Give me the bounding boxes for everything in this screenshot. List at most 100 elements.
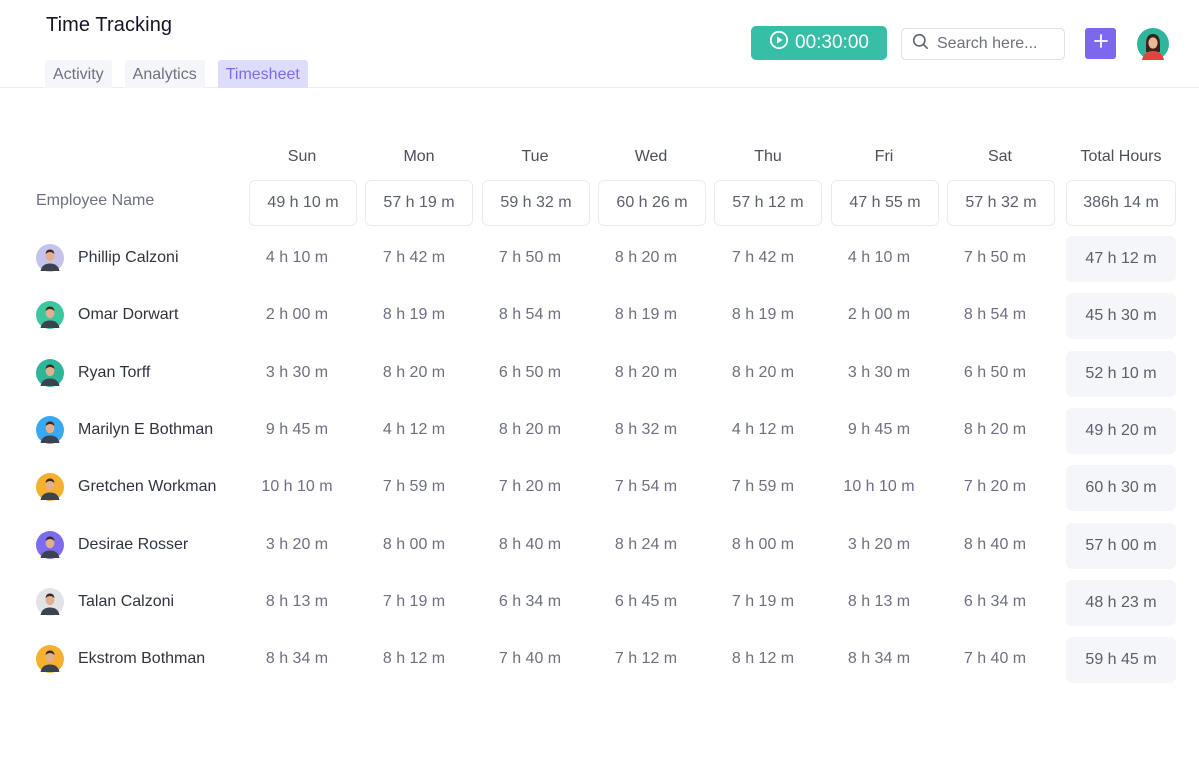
- hours-cell-thu[interactable]: 8 h 19 m: [713, 306, 813, 324]
- table-row[interactable]: Ekstrom Bothman 8 h 34 m 8 h 12 m 7 h 40 m 7…: [0, 637, 1199, 684]
- hours-cell-thu[interactable]: 7 h 19 m: [713, 593, 813, 611]
- hours-cell-tue[interactable]: 7 h 40 m: [480, 650, 580, 668]
- hours-cell-wed[interactable]: 8 h 32 m: [596, 421, 696, 439]
- hours-cell-sun[interactable]: 3 h 20 m: [247, 536, 347, 554]
- column-total-mon: 57 h 19 m: [365, 180, 473, 226]
- row-total-hours: 49 h 20 m: [1066, 407, 1176, 454]
- hours-cell-mon[interactable]: 8 h 19 m: [364, 306, 464, 324]
- hours-cell-mon[interactable]: 8 h 00 m: [364, 536, 464, 554]
- hours-cell-wed[interactable]: 8 h 19 m: [596, 306, 696, 324]
- row-total-hours: 45 h 30 m: [1066, 293, 1176, 340]
- avatar: [36, 415, 64, 444]
- hours-cell-thu[interactable]: 8 h 12 m: [713, 650, 813, 668]
- hours-cell-sat[interactable]: 7 h 20 m: [945, 478, 1045, 496]
- row-total-hours: 47 h 12 m: [1066, 236, 1176, 282]
- column-total-sun: 49 h 10 m: [249, 180, 357, 226]
- hours-cell-tue[interactable]: 8 h 54 m: [480, 306, 580, 324]
- table-row[interactable]: Ryan Torff 3 h 30 m 8 h 20 m 6 h 50 m 8 h 20…: [0, 350, 1199, 397]
- hours-cell-wed[interactable]: 7 h 12 m: [596, 650, 696, 668]
- hours-cell-sun[interactable]: 8 h 13 m: [247, 593, 347, 611]
- hours-cell-wed[interactable]: 8 h 20 m: [596, 249, 696, 267]
- hours-cell-tue[interactable]: 6 h 50 m: [480, 364, 580, 382]
- hours-cell-thu[interactable]: 7 h 59 m: [713, 478, 813, 496]
- column-header-total: Total Hours: [1080, 148, 1162, 165]
- hours-cell-thu[interactable]: 8 h 00 m: [713, 536, 813, 554]
- hours-cell-mon[interactable]: 4 h 12 m: [364, 421, 464, 439]
- column-header-wed: Wed: [634, 148, 668, 165]
- hours-cell-fri[interactable]: 8 h 13 m: [829, 593, 929, 611]
- hours-cell-wed[interactable]: 7 h 54 m: [596, 478, 696, 496]
- hours-cell-tue[interactable]: 6 h 34 m: [480, 593, 580, 611]
- hours-cell-sat[interactable]: 8 h 54 m: [945, 306, 1045, 324]
- column-header-sun: Sun: [287, 148, 317, 165]
- table-row[interactable]: Gretchen Workman 10 h 10 m 7 h 59 m 7 h 20 …: [0, 465, 1199, 512]
- search-box[interactable]: [901, 28, 1065, 60]
- hours-cell-tue[interactable]: 8 h 20 m: [480, 421, 580, 439]
- hours-cell-mon[interactable]: 8 h 20 m: [364, 364, 464, 382]
- row-total-hours: 59 h 45 m: [1066, 637, 1176, 684]
- employee-name: Ryan Torff: [78, 363, 151, 381]
- hours-cell-sat[interactable]: 8 h 20 m: [945, 421, 1045, 439]
- plus-icon: [1093, 33, 1109, 54]
- page-title: Time Tracking: [46, 14, 173, 36]
- column-total-thu: 57 h 12 m: [714, 180, 822, 226]
- tab-analytics[interactable]: Analytics: [124, 60, 205, 88]
- hours-cell-thu[interactable]: 7 h 42 m: [713, 249, 813, 267]
- column-total-fri: 47 h 55 m: [831, 180, 939, 226]
- search-input[interactable]: [937, 35, 1057, 53]
- table-row[interactable]: Talan Calzoni 8 h 13 m 7 h 19 m 6 h 34 m 6 h…: [0, 579, 1199, 626]
- hours-cell-tue[interactable]: 7 h 50 m: [480, 249, 580, 267]
- hours-cell-sun[interactable]: 4 h 10 m: [247, 249, 347, 267]
- tab-bar: Activity Analytics Timesheet: [45, 60, 308, 88]
- hours-cell-fri[interactable]: 3 h 20 m: [829, 536, 929, 554]
- tab-timesheet[interactable]: Timesheet: [217, 60, 308, 88]
- table-row[interactable]: Desirae Rosser 3 h 20 m 8 h 00 m 8 h 40 m 8 …: [0, 522, 1199, 569]
- avatar: [36, 244, 64, 272]
- hours-cell-fri[interactable]: 9 h 45 m: [829, 421, 929, 439]
- play-circle-icon: [769, 30, 789, 56]
- hours-cell-mon[interactable]: 8 h 12 m: [364, 650, 464, 668]
- timer-button[interactable]: 00:30:00: [751, 26, 887, 60]
- hours-cell-wed[interactable]: 8 h 24 m: [596, 536, 696, 554]
- table-row[interactable]: Marilyn E Bothman 9 h 45 m 4 h 12 m 8 h 20 …: [0, 407, 1199, 454]
- table-row[interactable]: Phillip Calzoni 4 h 10 m 7 h 42 m 7 h 50 m 8…: [0, 236, 1199, 282]
- hours-cell-fri[interactable]: 10 h 10 m: [829, 478, 929, 496]
- hours-cell-sat[interactable]: 7 h 40 m: [945, 650, 1045, 668]
- employee-name: Ekstrom Bothman: [78, 650, 206, 668]
- hours-cell-sun[interactable]: 2 h 00 m: [247, 306, 347, 324]
- column-header-tue: Tue: [521, 148, 549, 165]
- hours-cell-sat[interactable]: 6 h 34 m: [945, 593, 1045, 611]
- hours-cell-wed[interactable]: 8 h 20 m: [596, 364, 696, 382]
- row-total-hours: 48 h 23 m: [1066, 579, 1176, 626]
- hours-cell-sun[interactable]: 3 h 30 m: [247, 364, 347, 382]
- column-total-tue: 59 h 32 m: [482, 180, 590, 226]
- hours-cell-tue[interactable]: 7 h 20 m: [480, 478, 580, 496]
- hours-cell-fri[interactable]: 8 h 34 m: [829, 650, 929, 668]
- hours-cell-fri[interactable]: 4 h 10 m: [829, 249, 929, 267]
- tab-activity[interactable]: Activity: [45, 60, 112, 88]
- column-total-total: 386h 14 m: [1066, 180, 1176, 226]
- hours-cell-sun[interactable]: 9 h 45 m: [247, 421, 347, 439]
- hours-cell-sat[interactable]: 8 h 40 m: [945, 536, 1045, 554]
- table-row[interactable]: Omar Dorwart 2 h 00 m 8 h 19 m 8 h 54 m 8 h …: [0, 293, 1199, 340]
- avatar: [36, 301, 64, 330]
- hours-cell-thu[interactable]: 4 h 12 m: [713, 421, 813, 439]
- hours-cell-fri[interactable]: 3 h 30 m: [829, 364, 929, 382]
- add-button[interactable]: [1085, 28, 1116, 59]
- hours-cell-mon[interactable]: 7 h 19 m: [364, 593, 464, 611]
- hours-cell-mon[interactable]: 7 h 59 m: [364, 478, 464, 496]
- hours-cell-thu[interactable]: 8 h 20 m: [713, 364, 813, 382]
- hours-cell-fri[interactable]: 2 h 00 m: [829, 306, 929, 324]
- hours-cell-sun[interactable]: 10 h 10 m: [247, 478, 347, 496]
- avatar: [36, 645, 64, 674]
- avatar: [36, 587, 64, 616]
- hours-cell-mon[interactable]: 7 h 42 m: [364, 249, 464, 267]
- hours-cell-sat[interactable]: 7 h 50 m: [945, 249, 1045, 267]
- hours-cell-sun[interactable]: 8 h 34 m: [247, 650, 347, 668]
- employee-name: Omar Dorwart: [78, 306, 179, 324]
- hours-cell-tue[interactable]: 8 h 40 m: [480, 536, 580, 554]
- hours-cell-wed[interactable]: 6 h 45 m: [596, 593, 696, 611]
- hours-cell-sat[interactable]: 6 h 50 m: [945, 364, 1045, 382]
- user-avatar[interactable]: [1137, 28, 1169, 60]
- column-header-mon: Mon: [403, 148, 435, 165]
